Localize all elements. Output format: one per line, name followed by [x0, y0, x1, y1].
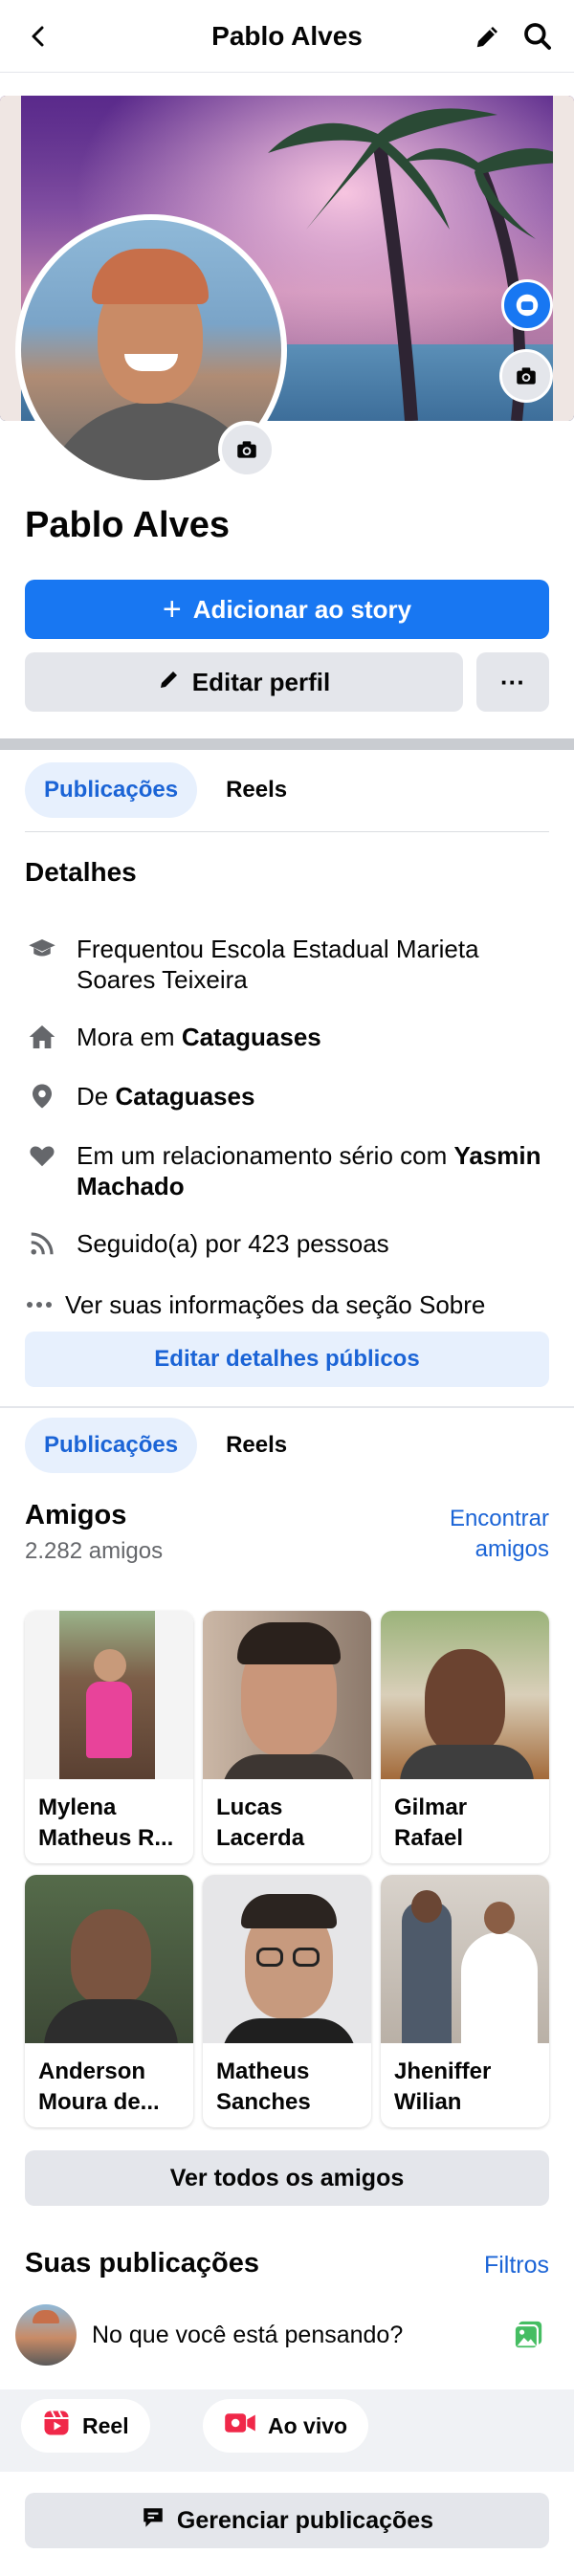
- edit-public-details-button[interactable]: Editar detalhes públicos: [25, 1332, 549, 1387]
- search-icon[interactable]: [519, 17, 557, 55]
- edit-profile-label: Editar perfil: [191, 667, 331, 696]
- detail-education-text: Frequentou Escola Estadual Marieta Soare…: [77, 935, 479, 994]
- detail-see-about-text: Ver suas informações da seção Sobre: [65, 1290, 486, 1319]
- friend-name: Mylena: [38, 1794, 117, 1820]
- friend-name: Wilian: [394, 2089, 462, 2115]
- plus-icon: +: [162, 591, 182, 627]
- detail-followers: Seguido(a) por 423 pessoas: [25, 1228, 549, 1259]
- heart-icon: [25, 1140, 59, 1171]
- live-label: Ao vivo: [268, 2412, 348, 2438]
- divider: [0, 1406, 574, 1408]
- chat-bubble-icon: [141, 2505, 166, 2537]
- friend-photo: [25, 1875, 193, 2043]
- detail-relationship: Em um relacionamento sério com Yasmin Ma…: [25, 1140, 549, 1201]
- friend-name: Lacerda: [216, 1825, 305, 1851]
- tab-reels[interactable]: Reels: [207, 1418, 306, 1473]
- detail-lives-in: Mora em Cataguases: [25, 1022, 549, 1052]
- add-to-story-label: Adicionar ao story: [192, 594, 412, 624]
- see-all-friends-button[interactable]: Ver todos os amigos: [25, 2150, 549, 2206]
- friend-card[interactable]: Matheus Sanches: [203, 1875, 371, 2127]
- manage-posts-button[interactable]: Gerenciar publicações: [25, 2493, 549, 2548]
- friend-card[interactable]: Anderson Moura de...: [25, 1875, 193, 2127]
- friend-card[interactable]: Mylena Matheus R...: [25, 1611, 193, 1863]
- detail-from-city[interactable]: Cataguases: [115, 1082, 254, 1111]
- manage-posts-label: Gerenciar publicações: [176, 2506, 434, 2534]
- detail-from: De Cataguases: [25, 1081, 549, 1112]
- friend-card[interactable]: Lucas Lacerda: [203, 1611, 371, 1863]
- friends-count: 2.282 amigos: [25, 1538, 164, 1564]
- friend-name: Rafael: [394, 1825, 464, 1851]
- photo-icon[interactable]: [509, 2316, 547, 2354]
- friend-card[interactable]: Jheniffer Wilian: [381, 1875, 549, 2127]
- friend-name: Matheus: [216, 2059, 310, 2084]
- more-dots-icon: [25, 1289, 54, 1320]
- reel-label: Reel: [82, 2412, 129, 2438]
- pencil-icon[interactable]: [469, 17, 507, 55]
- location-pin-icon: [25, 1081, 59, 1112]
- find-friends-link[interactable]: Encontrar amigos: [450, 1504, 549, 1565]
- friend-name: Anderson: [38, 2059, 146, 2084]
- graduation-cap-icon: [25, 934, 59, 964]
- cover-avatar-button[interactable]: [501, 279, 553, 331]
- friend-photo: [381, 1875, 549, 2043]
- detail-see-about[interactable]: Ver suas informações da seção Sobre: [25, 1289, 549, 1320]
- detail-education: Frequentou Escola Estadual Marieta Soare…: [25, 934, 549, 995]
- friend-name: Jheniffer: [394, 2059, 492, 2084]
- friend-photo: [203, 1875, 371, 2043]
- divider: [25, 831, 549, 832]
- composer-placeholder[interactable]: No que você está pensando?: [92, 2322, 494, 2349]
- tab-publicacoes[interactable]: Publicações: [25, 762, 198, 818]
- filters-link[interactable]: Filtros: [484, 2252, 549, 2279]
- reel-icon: [42, 2409, 71, 2443]
- detail-followers-text: Seguido(a) por 423 pessoas: [77, 1229, 389, 1258]
- live-button[interactable]: Ao vivo: [203, 2399, 369, 2453]
- pencil-icon: [158, 668, 181, 697]
- top-bar: Pablo Alves: [0, 0, 574, 73]
- detail-lives-in-city[interactable]: Cataguases: [182, 1023, 321, 1051]
- cover-camera-icon[interactable]: [499, 349, 553, 403]
- more-options-button[interactable]: ···: [476, 652, 549, 712]
- friend-name: Moura de...: [38, 2089, 160, 2115]
- reel-button[interactable]: Reel: [21, 2399, 150, 2453]
- friend-name: Gilmar: [394, 1794, 468, 1820]
- profile-name: Pablo Alves: [25, 505, 231, 545]
- profile-camera-icon[interactable]: [218, 421, 276, 478]
- friends-title: Amigos: [25, 1500, 127, 1530]
- tab-publicacoes[interactable]: Publicações: [25, 1418, 198, 1473]
- your-posts-title: Suas publicações: [25, 2248, 259, 2279]
- tab-reels[interactable]: Reels: [207, 762, 306, 818]
- add-to-story-button[interactable]: + Adicionar ao story: [25, 580, 549, 639]
- profile-tabs: Publicações Reels: [25, 762, 306, 818]
- friend-photo: [203, 1611, 371, 1779]
- rss-feed-icon: [25, 1228, 59, 1259]
- friend-name: Matheus R...: [38, 1825, 174, 1851]
- profile-tabs-secondary: Publicações Reels: [25, 1418, 306, 1473]
- section-divider: [0, 738, 574, 750]
- friend-photo: [25, 1611, 193, 1779]
- avatar: [15, 2304, 77, 2366]
- edit-profile-button[interactable]: Editar perfil: [25, 652, 463, 712]
- more-dots-icon: ···: [500, 667, 525, 696]
- live-video-icon: [224, 2411, 256, 2441]
- friend-photo: [381, 1611, 549, 1779]
- details-title: Detalhes: [25, 857, 137, 887]
- home-icon: [25, 1022, 59, 1052]
- friend-name: Sanches: [216, 2089, 311, 2115]
- post-composer[interactable]: No que você está pensando?: [15, 2300, 559, 2370]
- friend-name: Lucas: [216, 1794, 283, 1820]
- friend-card[interactable]: Gilmar Rafael: [381, 1611, 549, 1863]
